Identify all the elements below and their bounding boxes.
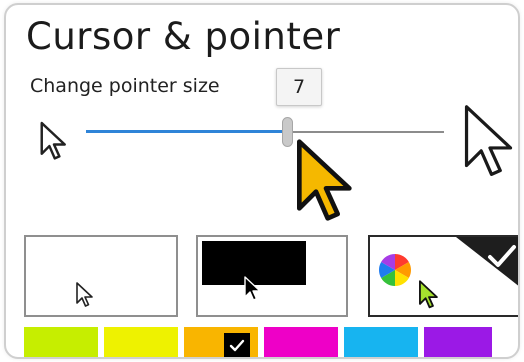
- cursor-pointer-panel: Cursor & pointer Change pointer size 7: [4, 3, 520, 359]
- yellow-pointer-icon: [297, 139, 352, 221]
- pointer-style-black[interactable]: [196, 235, 348, 317]
- black-pointer-icon: [244, 276, 261, 301]
- page-title: Cursor & pointer: [26, 15, 341, 58]
- color-swatch[interactable]: [24, 327, 98, 357]
- slider-fill: [86, 130, 287, 133]
- color-swatch[interactable]: [424, 327, 492, 357]
- slider-value-tooltip: 7: [276, 68, 322, 106]
- pointer-style-custom[interactable]: [368, 235, 518, 317]
- color-swatch[interactable]: [104, 327, 178, 357]
- color-swatch[interactable]: [184, 327, 258, 357]
- pointer-size-slider[interactable]: [86, 109, 444, 159]
- color-swatch[interactable]: [264, 327, 338, 357]
- color-swatch[interactable]: [344, 327, 418, 357]
- custom-color-pointer-icon: [419, 280, 438, 309]
- pointer-style-white[interactable]: [24, 235, 178, 317]
- checkmark-icon: [224, 333, 250, 357]
- large-pointer-icon: [464, 105, 513, 176]
- pointer-color-swatches: [24, 327, 498, 357]
- small-pointer-icon: [40, 121, 66, 160]
- color-wheel-icon: [378, 254, 412, 286]
- white-pointer-icon: [76, 282, 93, 307]
- pointer-style-options: [24, 235, 518, 317]
- pointer-size-label: Change pointer size: [30, 75, 220, 97]
- selected-corner: [456, 237, 518, 286]
